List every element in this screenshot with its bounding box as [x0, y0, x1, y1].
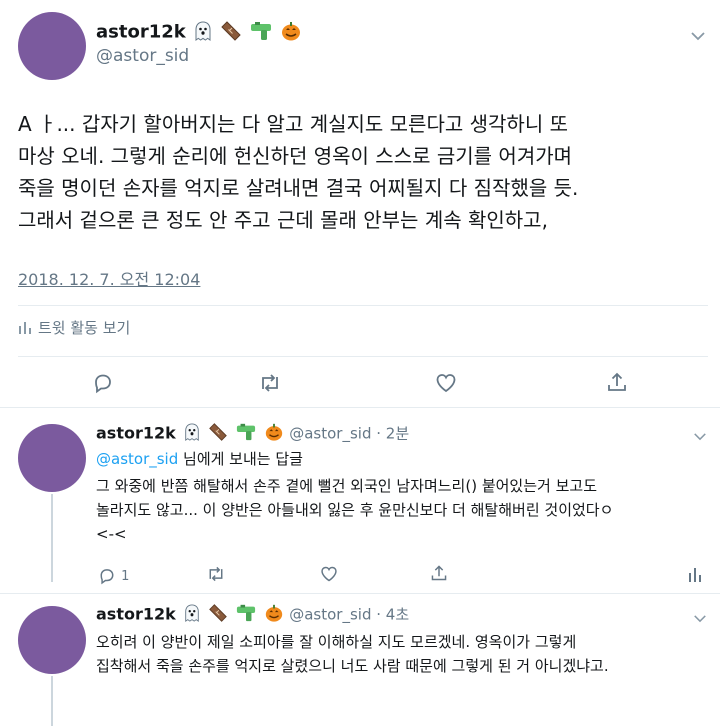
divider: [0, 407, 720, 408]
retweet-button[interactable]: [258, 372, 282, 398]
retweet-icon: [209, 566, 223, 582]
jack-o-lantern-icon: [264, 422, 284, 446]
display-name[interactable]: astor12k: [96, 424, 176, 443]
water-gun-icon: [235, 422, 257, 446]
reply-icon: [95, 374, 111, 394]
avatar[interactable]: [18, 12, 86, 80]
reply-button[interactable]: [92, 372, 114, 398]
divider: [0, 593, 720, 594]
coffin-icon: [220, 20, 242, 46]
reply-to-suffix: 님에게 보내는 답글: [178, 450, 303, 468]
bar-chart-icon: [18, 319, 32, 339]
reply-text-line: 그 와중에 반쯤 해탈해서 손주 곁에 뻘건 외국인 남자며느리() 붙어있는거…: [96, 477, 597, 495]
jack-o-lantern-icon: [264, 603, 284, 627]
reply-text-line: 오히려 이 양반이 제일 소피아를 잘 이해하실 지도 모르겠네. 영옥이가 그…: [96, 633, 577, 651]
avatar[interactable]: [18, 424, 86, 492]
tweet-text: A ㅏ... 갑자기 할아버지는 다 알고 계실지도 모른다고 생각하니 또 마…: [18, 108, 578, 236]
handle-and-time[interactable]: @astor_sid · 2분: [289, 425, 409, 443]
reply-text-line: 놀라지도 않고... 이 양반은 아들내외 잃은 후 윤만신보다 더 해탈해버린…: [96, 501, 614, 519]
retweet-button[interactable]: [206, 565, 226, 587]
reply-author-line: astor12k @astor_sid · 2분: [96, 422, 409, 446]
tweet-text-line: 마상 오네. 그렇게 순리에 헌신하던 영옥이 스스로 금기를 어겨가며: [18, 144, 573, 168]
activity-label: 트윗 활동 보기: [38, 319, 131, 337]
chevron-down-icon[interactable]: [690, 28, 706, 44]
ghost-icon: [193, 20, 213, 46]
like-button[interactable]: [435, 372, 457, 398]
divider: [18, 356, 708, 357]
retweet-icon: [262, 374, 278, 392]
water-gun-icon: [249, 20, 273, 46]
tweet-activity-link[interactable]: 트윗 활동 보기: [18, 318, 130, 339]
coffin-icon: [208, 603, 228, 627]
thread-line: [51, 494, 53, 582]
share-button[interactable]: [606, 371, 628, 397]
reply-button[interactable]: 1: [98, 565, 129, 585]
analytics-button[interactable]: [688, 566, 702, 586]
replying-to: @astor_sid 님에게 보내는 답글: [96, 449, 303, 469]
chevron-down-icon[interactable]: [693, 428, 707, 444]
ghost-icon: [183, 422, 201, 446]
reply-count: 1: [121, 569, 130, 584]
handle-and-time[interactable]: @astor_sid · 4초: [289, 606, 409, 624]
author-line: astor12k: [96, 20, 302, 46]
display-name[interactable]: astor12k: [96, 22, 186, 43]
avatar[interactable]: [18, 606, 86, 674]
reply-icon: [100, 568, 114, 584]
reply-text: 그 와중에 반쯤 해탈해서 손주 곁에 뻘건 외국인 남자며느리() 붙어있는거…: [96, 474, 613, 546]
tweet-text-line: 죽을 명이던 손자를 억지로 살려내면 결국 어찌될지 다 짐작했을 듯.: [18, 176, 579, 200]
tweet-timestamp[interactable]: 2018. 12. 7. 오전 12:04: [18, 266, 200, 290]
heart-icon: [321, 566, 337, 582]
display-name[interactable]: astor12k: [96, 605, 176, 624]
share-icon: [431, 565, 447, 581]
thread-line: [51, 676, 53, 726]
reply-text: 오히려 이 양반이 제일 소피아를 잘 이해하실 지도 모르겠네. 영옥이가 그…: [96, 630, 609, 678]
tweet-text-line: 그래서 겉으론 큰 정도 안 주고 근데 몰래 안부는 계속 확인하고,: [18, 208, 548, 232]
water-gun-icon: [235, 603, 257, 627]
reply-to-handle[interactable]: @astor_sid: [96, 450, 178, 468]
jack-o-lantern-icon: [280, 20, 302, 46]
share-icon: [608, 372, 626, 391]
tweet-text-line: A ㅏ... 갑자기 할아버지는 다 알고 계실지도 모른다고 생각하니 또: [18, 112, 568, 136]
heart-icon: [436, 374, 456, 393]
bar-chart-icon: [689, 568, 701, 582]
coffin-icon: [208, 422, 228, 446]
chevron-down-icon[interactable]: [693, 610, 707, 626]
divider: [18, 305, 708, 306]
like-button[interactable]: [320, 565, 338, 587]
reply-text-line: 집착해서 죽을 손주를 억지로 살렸으니 너도 사람 때문에 그렇게 된 거 아…: [96, 657, 609, 675]
handle[interactable]: @astor_sid: [96, 45, 189, 67]
share-button[interactable]: [430, 564, 448, 586]
reply-text-line: <-<: [96, 525, 127, 543]
ghost-icon: [183, 603, 201, 627]
reply-author-line: astor12k @astor_sid · 4초: [96, 603, 409, 627]
